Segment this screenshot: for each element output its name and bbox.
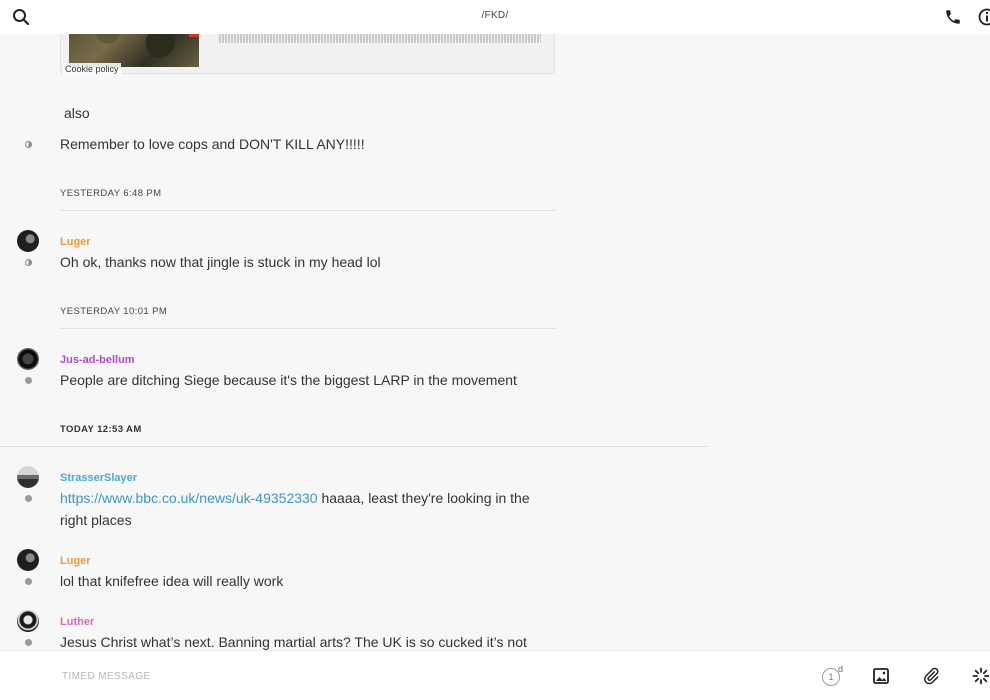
message-text: Jesus Christ what’s next. Banning martia… — [60, 634, 527, 650]
message-text: Remember to love cops and DON'T KILL ANY… — [60, 136, 365, 152]
date-separator: YESTERDAY 6:48 PM — [60, 188, 162, 199]
top-bar: /FKD/ — [0, 0, 990, 34]
message-text: https://www.bbc.co.uk/news/uk-49352330 h… — [60, 487, 560, 531]
message-text: also — [64, 105, 90, 121]
status-dot-icon — [25, 639, 32, 646]
avatar[interactable] — [17, 610, 39, 632]
status-dot-icon — [25, 495, 32, 502]
image-icon[interactable] — [872, 667, 890, 685]
status-dot-icon — [25, 578, 32, 585]
phone-icon[interactable] — [944, 8, 962, 26]
message-text: People are ditching Siege because it's t… — [60, 372, 517, 388]
username[interactable]: Luger — [60, 555, 91, 567]
username[interactable]: Luger — [60, 236, 91, 248]
message-text: Oh ok, thanks now that jingle is stuck i… — [60, 254, 381, 270]
avatar[interactable] — [17, 466, 39, 488]
conversation-title[interactable]: /FKD/ — [0, 10, 990, 21]
separator-line — [0, 446, 708, 447]
audio-waveform[interactable] — [219, 33, 541, 43]
paperclip-icon[interactable] — [922, 667, 940, 685]
date-separator: TODAY 12:53 AM — [60, 424, 142, 435]
message-text: lol that knifefree idea will really work — [60, 573, 284, 589]
info-icon[interactable] — [978, 8, 990, 26]
status-indicator-icon — [25, 259, 32, 266]
separator-line — [60, 328, 556, 329]
separator-line — [60, 210, 556, 211]
status-dot-icon — [25, 377, 32, 384]
username[interactable]: StrasserSlayer — [60, 472, 137, 484]
timer-unit: d — [838, 664, 844, 674]
cookie-policy-label[interactable]: Cookie policy — [63, 63, 121, 75]
avatar[interactable] — [17, 549, 39, 571]
username[interactable]: Luther — [60, 616, 94, 628]
status-indicator-icon — [25, 141, 32, 148]
message-list[interactable]: Cookie policy also Remember to love cops… — [0, 0, 990, 650]
composer-bar: 1 d — [0, 650, 990, 700]
message-link[interactable]: https://www.bbc.co.uk/news/uk-49352330 — [60, 490, 318, 506]
date-separator: YESTERDAY 10:01 PM — [60, 306, 168, 317]
avatar[interactable] — [17, 348, 39, 370]
avatar[interactable] — [17, 230, 39, 252]
loading-spinner-icon[interactable] — [972, 667, 990, 685]
username[interactable]: Jus-ad-bellum — [60, 354, 135, 366]
message-input[interactable] — [60, 665, 664, 687]
